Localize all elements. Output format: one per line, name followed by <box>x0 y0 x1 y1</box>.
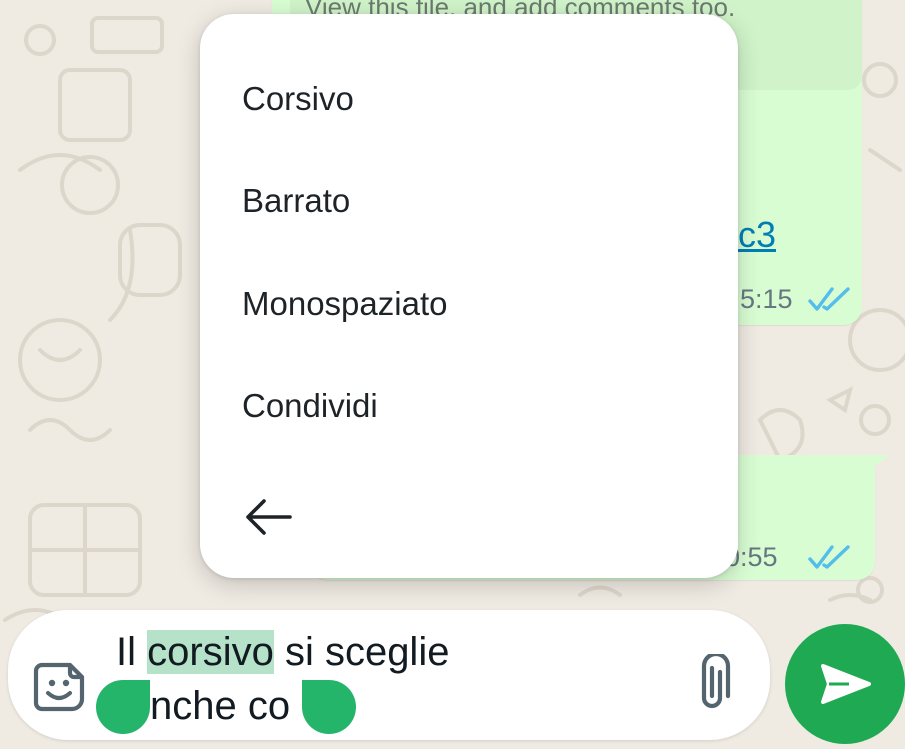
selection-handle-end[interactable] <box>302 680 356 734</box>
selection-handle-start[interactable] <box>96 680 150 734</box>
text-format-context-menu: Corsivo Barrato Monospaziato Condividi <box>200 14 738 578</box>
arrow-left-icon[interactable] <box>240 492 298 542</box>
sticker-icon[interactable] <box>32 659 88 715</box>
menu-item-strikethrough[interactable]: Barrato <box>242 182 350 220</box>
send-icon <box>821 664 871 704</box>
menu-item-monospace[interactable]: Monospaziato <box>242 285 447 323</box>
bubble-tail <box>860 455 890 477</box>
send-button[interactable] <box>785 624 905 744</box>
message-timestamp: 5:15 <box>740 284 793 314</box>
menu-item-italic[interactable]: Corsivo <box>242 80 354 118</box>
message-input-text-line2[interactable]: nche co <box>150 684 290 729</box>
double-check-read-icon <box>808 287 850 311</box>
menu-item-share[interactable]: Condividi <box>242 387 378 425</box>
text-after-selection: si sceglie <box>273 630 450 674</box>
paperclip-icon[interactable] <box>690 654 734 714</box>
text-before-selection: Il <box>116 630 148 674</box>
message-input-text[interactable]: Il corsivo si sceglie <box>116 630 449 675</box>
double-check-read-icon <box>808 545 850 569</box>
message-link[interactable]: c3 <box>738 214 776 256</box>
selected-text[interactable]: corsivo <box>147 630 274 674</box>
